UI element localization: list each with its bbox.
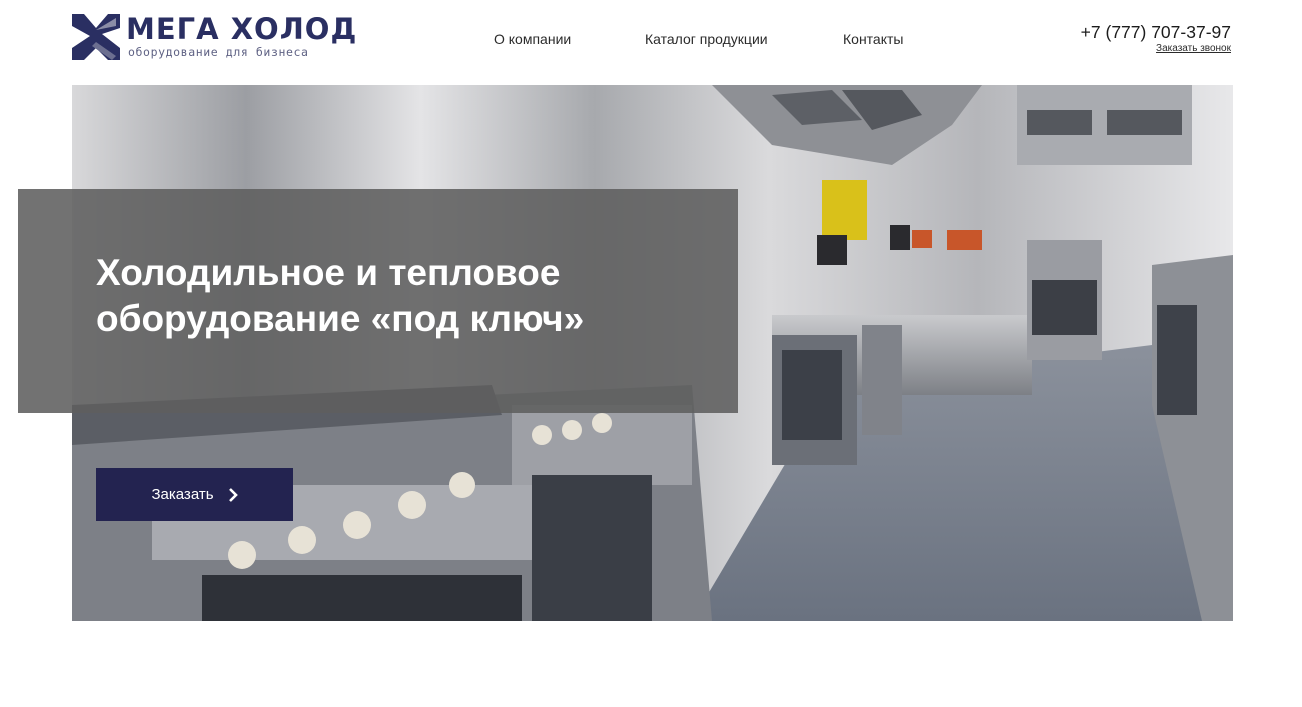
callback-link[interactable]: Заказать звонок	[1156, 43, 1231, 54]
logo-mark-icon	[72, 14, 120, 60]
logo-subtitle: оборудование для бизнеса	[128, 45, 309, 59]
nav-contacts[interactable]: Контакты	[843, 31, 903, 47]
logo-title: МЕГА ХОЛОД	[126, 12, 358, 46]
order-button[interactable]: Заказать	[96, 468, 293, 521]
site-header: МЕГА ХОЛОД оборудование для бизнеса О ко…	[0, 0, 1302, 84]
logo-link[interactable]: МЕГА ХОЛОД оборудование для бизнеса	[72, 12, 356, 64]
order-button-label: Заказать	[151, 486, 214, 503]
chevron-right-icon	[228, 487, 238, 502]
nav-about[interactable]: О компании	[494, 31, 571, 47]
hero-title: Холодильное и тепловое оборудование «под…	[96, 252, 585, 339]
nav-catalog[interactable]: Каталог продукции	[645, 31, 768, 47]
phone-number[interactable]: +7 (777) 707-37-97	[1081, 22, 1231, 43]
